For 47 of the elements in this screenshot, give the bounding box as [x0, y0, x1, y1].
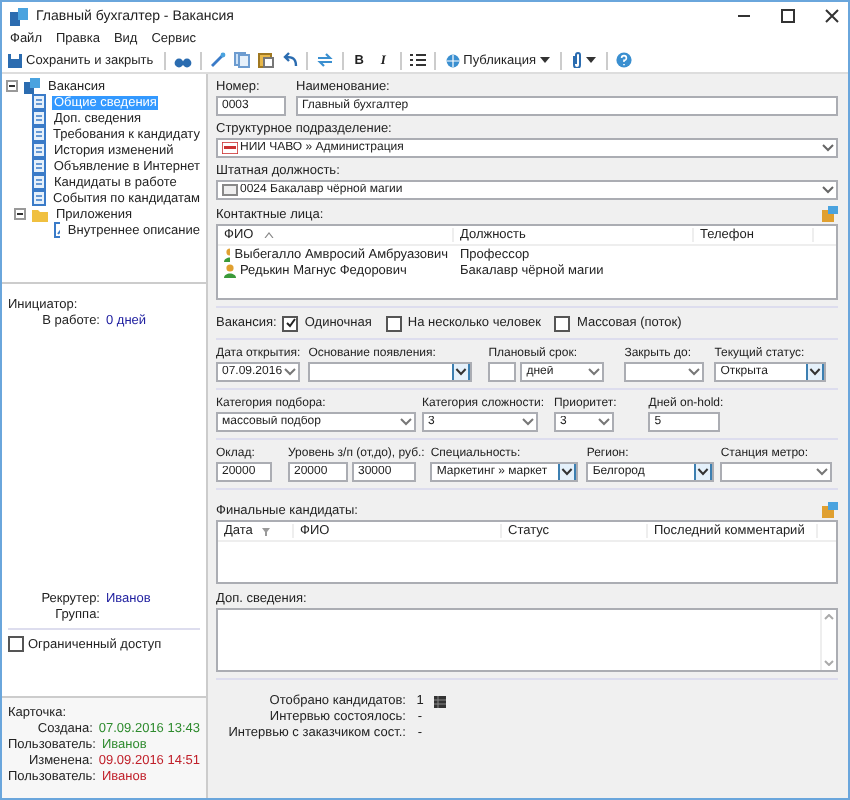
filter-icon	[262, 527, 271, 535]
checkbox[interactable]	[385, 315, 402, 331]
copy-icon[interactable]	[233, 52, 250, 68]
checkbox[interactable]	[8, 636, 24, 652]
scroll-down-icon[interactable]	[824, 660, 834, 666]
app-icon	[10, 7, 28, 25]
dropdown-arrow-icon	[452, 364, 471, 380]
list-icon[interactable]	[409, 52, 426, 68]
chevron-icon	[400, 418, 412, 426]
table-icon[interactable]	[434, 695, 446, 707]
collapse-toggle-icon[interactable]	[14, 208, 26, 220]
chevron-icon	[588, 368, 601, 376]
chevron-icon	[597, 418, 610, 426]
close-icon[interactable]	[824, 8, 840, 24]
checkbox[interactable]	[282, 315, 299, 331]
paperclip-icon	[571, 52, 582, 68]
text-field[interactable]	[488, 362, 517, 382]
card-icon	[222, 184, 238, 196]
combo-box[interactable]	[308, 362, 473, 382]
dropdown-arrow-icon	[806, 364, 825, 380]
globe-icon	[445, 53, 460, 67]
paste-icon[interactable]	[257, 52, 274, 68]
chevron-icon	[522, 418, 534, 426]
attach-button[interactable]	[569, 50, 598, 70]
collapse-toggle-icon[interactable]	[6, 80, 18, 92]
undo-icon[interactable]	[281, 52, 298, 68]
chevron-icon	[688, 368, 701, 376]
checkbox[interactable]	[554, 315, 571, 331]
wand-icon[interactable]	[209, 52, 226, 68]
scrollbar[interactable]	[820, 610, 836, 670]
sort-icon	[263, 232, 274, 238]
dropdown-arrow-icon	[694, 464, 713, 480]
binoculars-icon[interactable]	[173, 53, 192, 67]
help-icon[interactable]	[615, 52, 632, 68]
caret-icon	[585, 56, 596, 64]
caret-icon	[539, 56, 550, 64]
save-icon	[8, 53, 22, 67]
chevron-icon	[822, 186, 834, 194]
chevron-icon	[284, 368, 296, 376]
sync-icon[interactable]	[315, 52, 334, 68]
dropdown-arrow-icon	[558, 464, 577, 480]
chevron-icon	[822, 144, 834, 152]
maximize-icon[interactable]	[780, 8, 796, 24]
folder-icon	[32, 207, 48, 221]
org-icon	[222, 142, 238, 154]
scroll-up-icon[interactable]	[824, 614, 834, 620]
chevron-icon	[816, 468, 829, 476]
